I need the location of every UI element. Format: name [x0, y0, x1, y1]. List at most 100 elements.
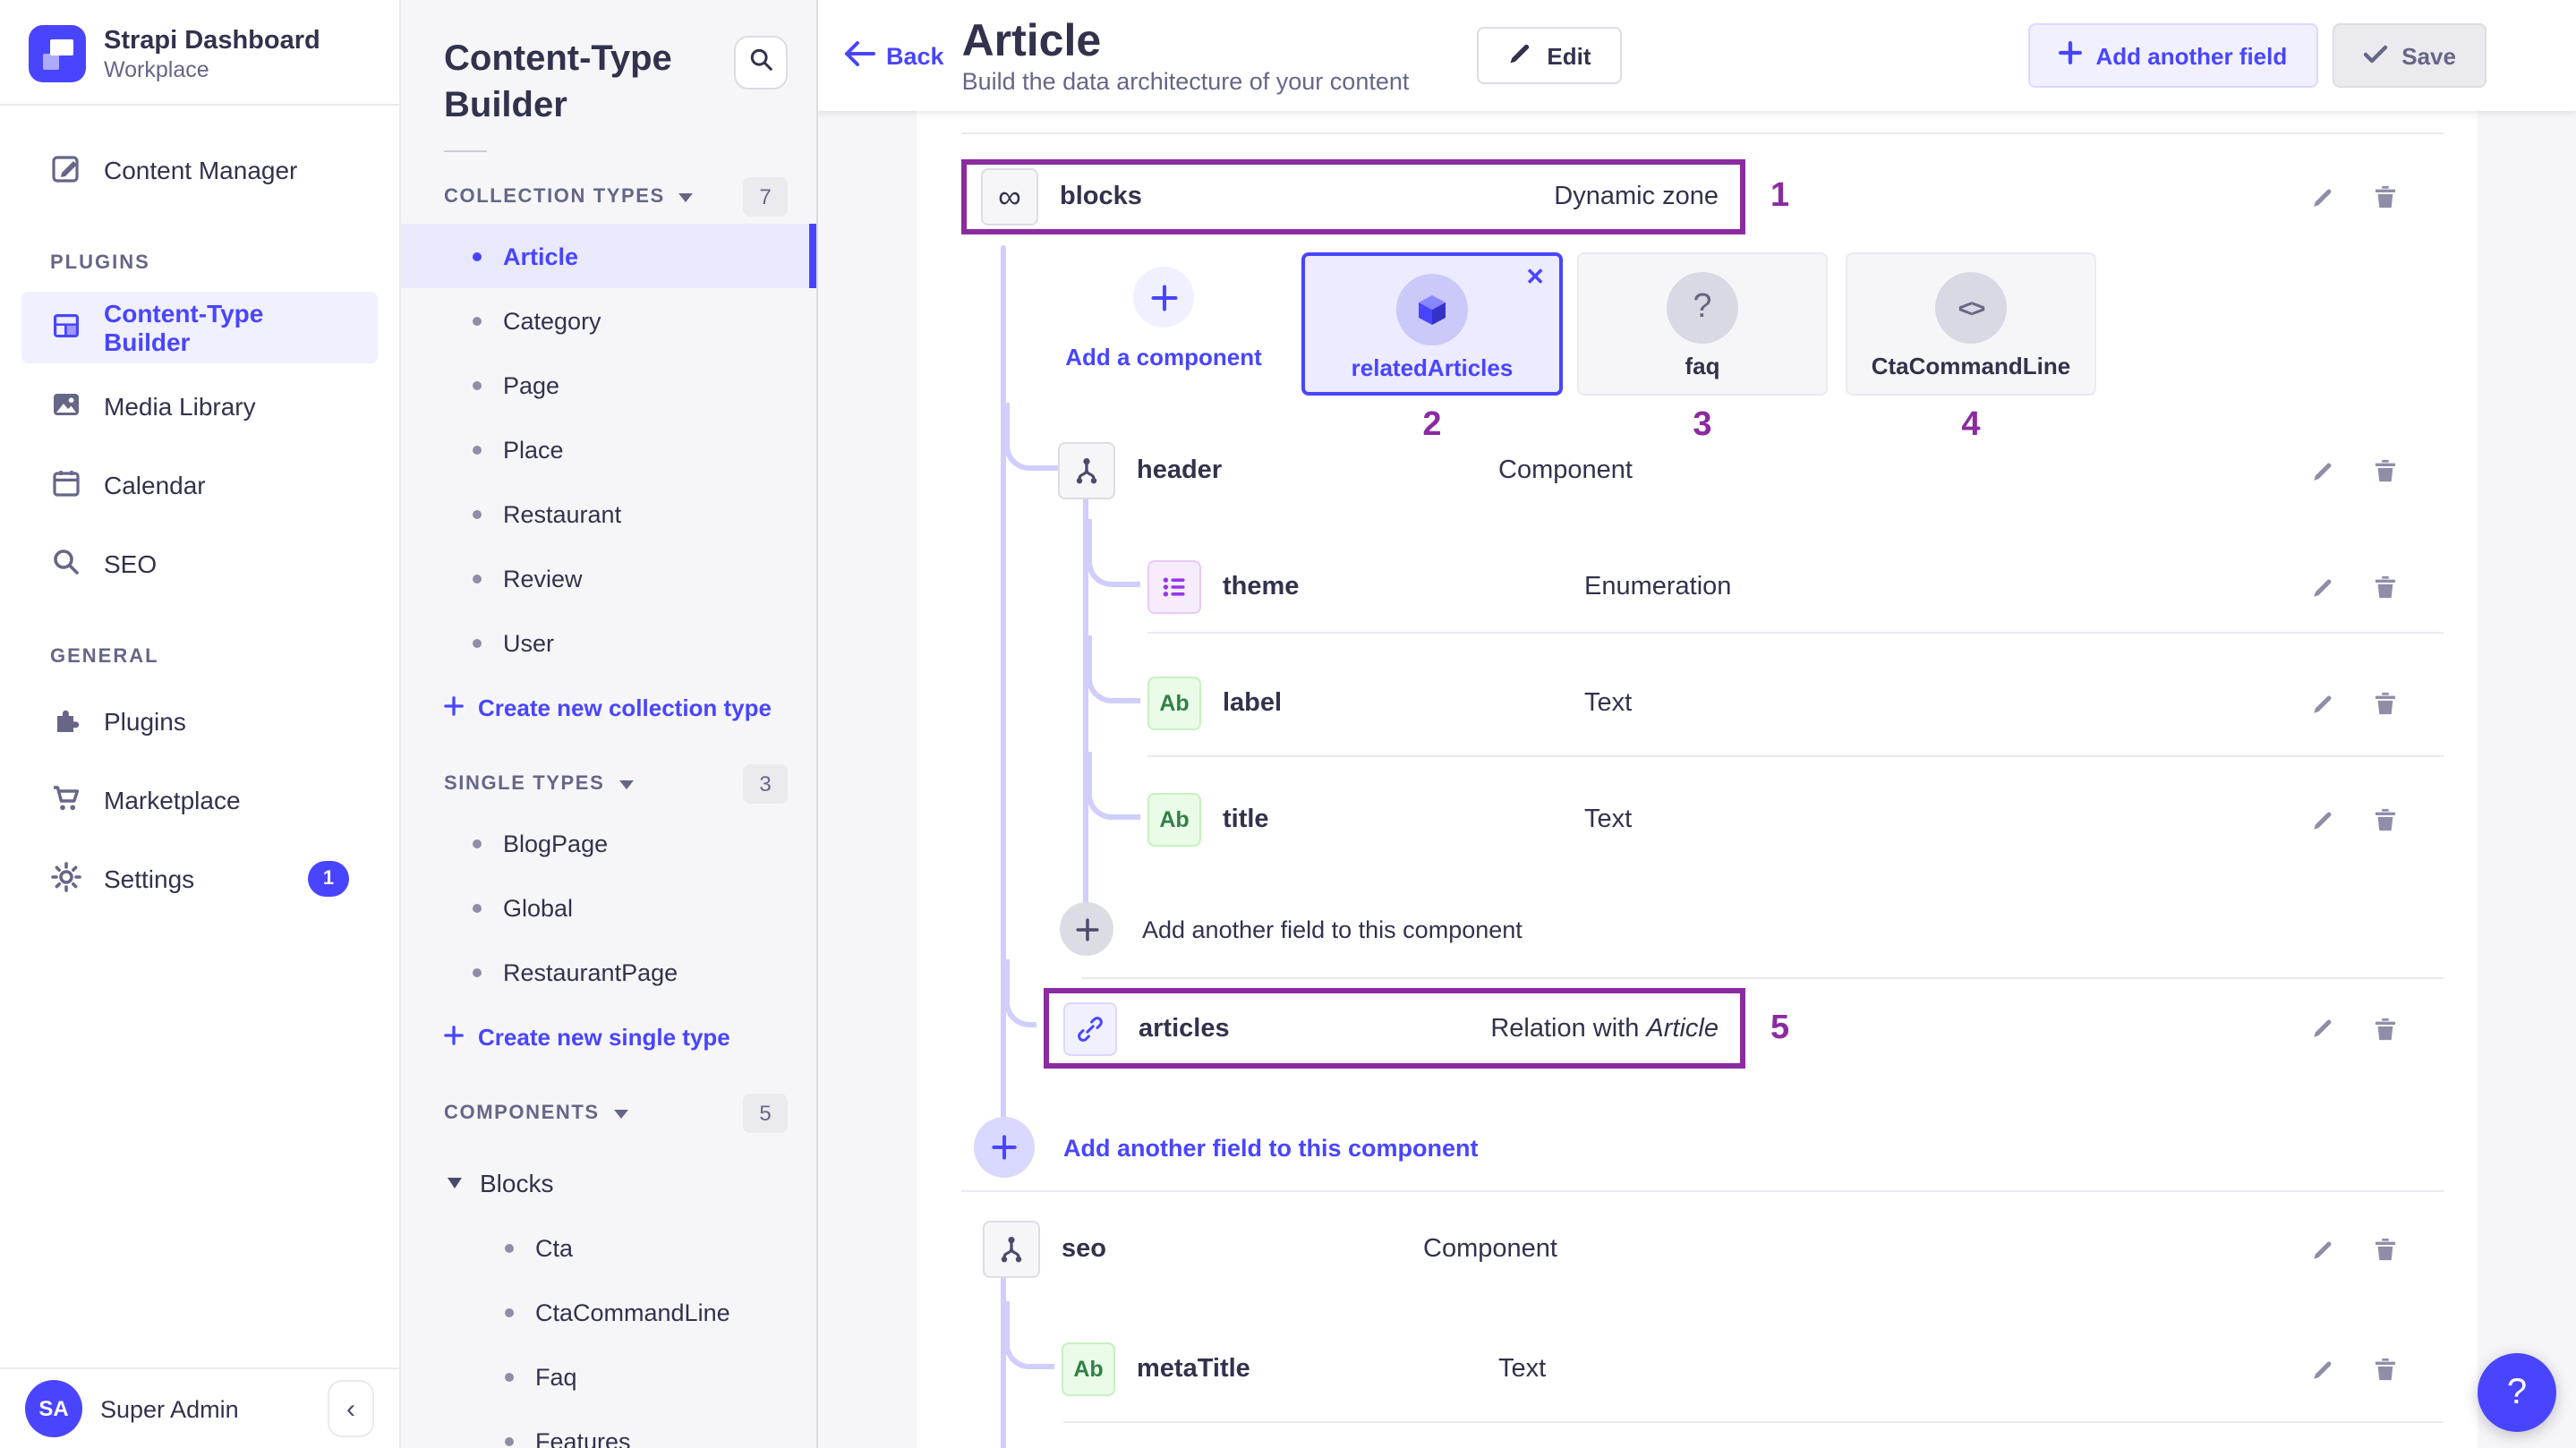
component-card-faq[interactable]: ? faq: [1577, 252, 1828, 396]
field-row-theme[interactable]: theme Enumeration: [961, 548, 2444, 626]
component-card-ctacommandline[interactable]: <> CtaCommandLine: [1846, 252, 2096, 396]
single-types-label[interactable]: SINGLE TYPES: [444, 773, 604, 795]
bullet-icon: [473, 967, 482, 976]
component-group-blocks[interactable]: Blocks: [401, 1151, 816, 1215]
edit-field-button[interactable]: [2311, 1016, 2334, 1041]
add-another-field-button[interactable]: Add another field: [2027, 23, 2317, 88]
component-card-relatedarticles[interactable]: ✕ relatedArticles: [1301, 252, 1563, 396]
bullet-icon: [473, 839, 482, 848]
nav-item-review[interactable]: Review: [401, 546, 816, 610]
edit-button[interactable]: Edit: [1477, 27, 1621, 84]
component-card-label: CtaCommandLine: [1847, 353, 2094, 379]
page-header: Back Article Build the data architecture…: [818, 0, 2576, 111]
delete-field-button[interactable]: [2374, 575, 2397, 600]
dynamic-zone-icon: ∞: [981, 168, 1038, 226]
page-title: Article: [962, 17, 1410, 64]
field-type: Relation with Article: [1490, 1014, 1719, 1043]
edit-field-button[interactable]: [2311, 691, 2334, 716]
nav-item-label: Faq: [535, 1363, 577, 1390]
delete-field-button[interactable]: [2374, 691, 2397, 716]
dynamic-zone-component-picker: Add a component ✕ relatedArticles ? faq: [961, 252, 2444, 442]
user-name: Super Admin: [100, 1395, 239, 1422]
delete-field-button[interactable]: [2374, 458, 2397, 483]
field-row-seo[interactable]: seo Component: [961, 1210, 2444, 1289]
nav-item-faq[interactable]: Faq: [401, 1344, 816, 1409]
nav-item-cta[interactable]: Cta: [401, 1215, 816, 1280]
close-icon[interactable]: ✕: [1525, 263, 1545, 292]
save-button[interactable]: Save: [2332, 23, 2486, 88]
component-card-label: faq: [1579, 353, 1826, 379]
nav-item-features[interactable]: Features: [401, 1409, 816, 1448]
create-single-type-label: Create new single type: [478, 1023, 730, 1050]
edit-field-button[interactable]: [2311, 807, 2334, 832]
field-row-blocks[interactable]: ∞ blocks Dynamic zone 1: [961, 159, 2444, 234]
delete-field-button[interactable]: [2374, 1357, 2397, 1382]
nav-item-place[interactable]: Place: [401, 417, 816, 481]
nav-item-page[interactable]: Page: [401, 353, 816, 417]
field-row-title[interactable]: Ab title Text: [961, 780, 2444, 859]
field-row-header[interactable]: header Component: [961, 431, 2444, 510]
edit-field-button[interactable]: [2311, 1237, 2334, 1262]
delete-field-button[interactable]: [2374, 184, 2397, 209]
chevron-down-icon: [679, 192, 694, 201]
sidebar-item-media-library[interactable]: Media Library: [21, 371, 378, 442]
help-button[interactable]: ?: [2478, 1353, 2556, 1432]
sidebar-item-content-type-builder[interactable]: Content-Type Builder: [21, 292, 378, 363]
nav-item-blogpage[interactable]: BlogPage: [401, 811, 816, 875]
sidebar-item-settings[interactable]: Settings 1: [21, 843, 378, 915]
nav-item-restaurantpage[interactable]: RestaurantPage: [401, 940, 816, 1004]
field-name: label: [1223, 689, 1584, 718]
edit-field-button[interactable]: [2311, 1357, 2334, 1382]
collapse-sidebar-button[interactable]: ‹: [328, 1380, 374, 1437]
delete-field-button[interactable]: [2374, 1237, 2397, 1262]
sidebar-item-calendar[interactable]: Calendar: [21, 449, 378, 521]
search-button[interactable]: [734, 36, 788, 89]
field-row-articles[interactable]: articles Relation with Article 5: [961, 988, 2444, 1069]
fields-card: ∞ blocks Dynamic zone 1: [917, 111, 2478, 1448]
field-row-label[interactable]: Ab label Text: [961, 664, 2444, 743]
collection-types-count: 7: [743, 177, 788, 217]
text-field-icon: Ab: [1062, 1342, 1115, 1396]
nav-item-category[interactable]: Category: [401, 288, 816, 353]
edit-field-button[interactable]: [2311, 575, 2334, 600]
create-collection-type-link[interactable]: Create new collection type: [401, 675, 816, 739]
components-label[interactable]: COMPONENTS: [444, 1103, 600, 1124]
pen-icon: [50, 151, 82, 189]
code-icon: <>: [1935, 272, 2007, 344]
sidebar-item-seo[interactable]: SEO: [21, 528, 378, 600]
sidebar-item-label: Plugins: [104, 707, 186, 736]
edit-field-button[interactable]: [2311, 184, 2334, 209]
field-type: Dynamic zone: [1554, 183, 1719, 211]
collection-types-label[interactable]: COLLECTION TYPES: [444, 186, 665, 208]
field-type: Text: [1584, 805, 1632, 834]
create-single-type-link[interactable]: Create new single type: [401, 1004, 816, 1069]
nav-item-restaurant[interactable]: Restaurant: [401, 481, 816, 546]
bullet-icon: [473, 251, 482, 260]
nav-item-user[interactable]: User: [401, 610, 816, 675]
text-field-icon: Ab: [1147, 677, 1201, 730]
field-row-metatitle[interactable]: Ab metaTitle Text: [961, 1330, 2444, 1409]
add-field-to-component-button[interactable]: Add another field to this component: [961, 1115, 2444, 1180]
sidebar-item-plugins[interactable]: Plugins: [21, 686, 378, 757]
components-header: COMPONENTS 5: [444, 1090, 788, 1137]
sidebar-item-marketplace[interactable]: Marketplace: [21, 764, 378, 836]
field-type: Component: [1423, 1235, 1557, 1264]
workspace-switcher[interactable]: Strapi Dashboard Workplace: [0, 0, 399, 104]
nav-item-ctacommandline[interactable]: CtaCommandLine: [401, 1280, 816, 1344]
tour-highlight-box: ∞ blocks Dynamic zone: [961, 159, 1745, 234]
nav-item-global[interactable]: Global: [401, 875, 816, 940]
cube-icon: [1396, 274, 1468, 345]
sidebar-item-content-manager[interactable]: Content Manager: [21, 134, 378, 206]
edit-field-button[interactable]: [2311, 458, 2334, 483]
avatar[interactable]: SA: [25, 1380, 82, 1437]
add-component-button[interactable]: Add a component: [1056, 267, 1271, 371]
add-field-to-component-button[interactable]: Add another field to this component: [961, 897, 2444, 961]
plus-icon: [1060, 902, 1113, 956]
row-divider: [1081, 977, 2444, 979]
create-collection-type-label: Create new collection type: [478, 694, 772, 720]
back-link[interactable]: Back: [843, 40, 944, 71]
nav-item-label: RestaurantPage: [503, 958, 678, 985]
delete-field-button[interactable]: [2374, 807, 2397, 832]
delete-field-button[interactable]: [2374, 1016, 2397, 1041]
nav-item-article[interactable]: Article: [401, 224, 816, 288]
